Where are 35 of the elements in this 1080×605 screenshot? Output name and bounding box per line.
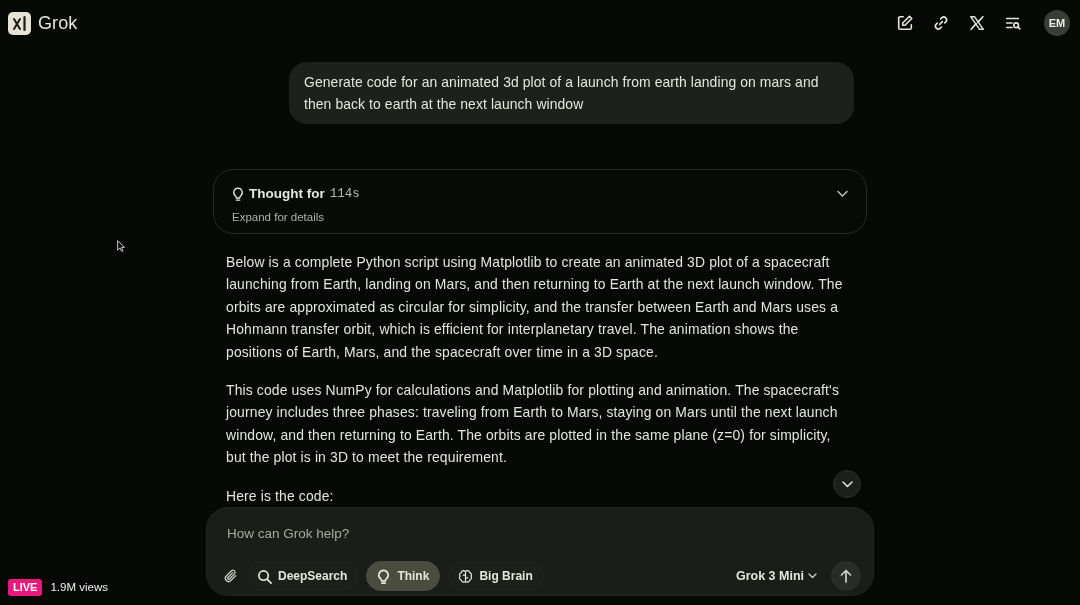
thought-panel[interactable]: Thought for 114s Expand for details [213, 169, 867, 234]
edit-button[interactable] [896, 14, 914, 32]
answer-paragraph: Below is a complete Python script using Matplotlib to create an animated 3D plot of a spacecraft launching from Earth, landing on Mars, and then returning to Earth at the next launch window. The orbits are approximated as circular for simplicity, and the transfer between Earth and Mars uses a Hohmann transfer orbit, which is efficient for interplanetary travel. The animation shows the positions of Earth, Mars, and the spacecraft over time in a 3D space. [226, 253, 844, 362]
share-button[interactable] [968, 14, 986, 32]
model-selector[interactable]: Grok 3 Mini [735, 566, 817, 586]
user-message: Generate code for an animated 3d plot of a launch from earth landing on mars and then back to earth at the next launch window [289, 62, 854, 124]
live-badge: LIVE [8, 578, 43, 596]
send-button[interactable] [831, 561, 861, 591]
link-icon [932, 14, 950, 32]
search-icon [257, 568, 272, 584]
mode-toggle[interactable]: Think [366, 561, 441, 591]
view-count: 1.9M views [50, 579, 108, 595]
caret-icon [808, 573, 817, 579]
answer-paragraph: This code uses NumPy for calculations and Matplotlib for plotting and animation. The spacecraft's journey includes three phases: traveling from Earth to Mars, staying on Mars until the next launch window, and then returning to Earth. The orbits are plotted in the same plane (z=0) for simplicity, but the plot is in 3D to meet the requirement. [226, 381, 840, 468]
link-button[interactable] [932, 14, 950, 32]
edit-icon [896, 14, 914, 32]
thought-label: Thought for [249, 185, 325, 203]
app-title: Grok [38, 11, 78, 35]
arrow-up-icon [840, 569, 852, 583]
thought-duration: 114s [329, 185, 360, 203]
lightbulb-icon [376, 568, 392, 584]
mode-toggle[interactable]: Big Brain [448, 561, 544, 591]
mouse-pointer-icon [117, 240, 125, 252]
avatar-button[interactable]: EM [1044, 10, 1070, 36]
mode-toggle[interactable]: DeepSearch [247, 561, 359, 591]
answer-paragraph: Here is the code: [226, 486, 335, 506]
message-input[interactable]: How can Grok help? [221, 522, 621, 544]
chevron-down-icon [841, 480, 853, 488]
thought-hint: Expand for details [232, 210, 325, 226]
lightbulb-icon [232, 186, 244, 202]
logo-icon [8, 11, 31, 35]
brain-icon [458, 568, 474, 584]
scroll-down-button[interactable] [833, 470, 861, 498]
x-logo-icon [968, 14, 986, 32]
paperclip-icon [223, 568, 239, 584]
